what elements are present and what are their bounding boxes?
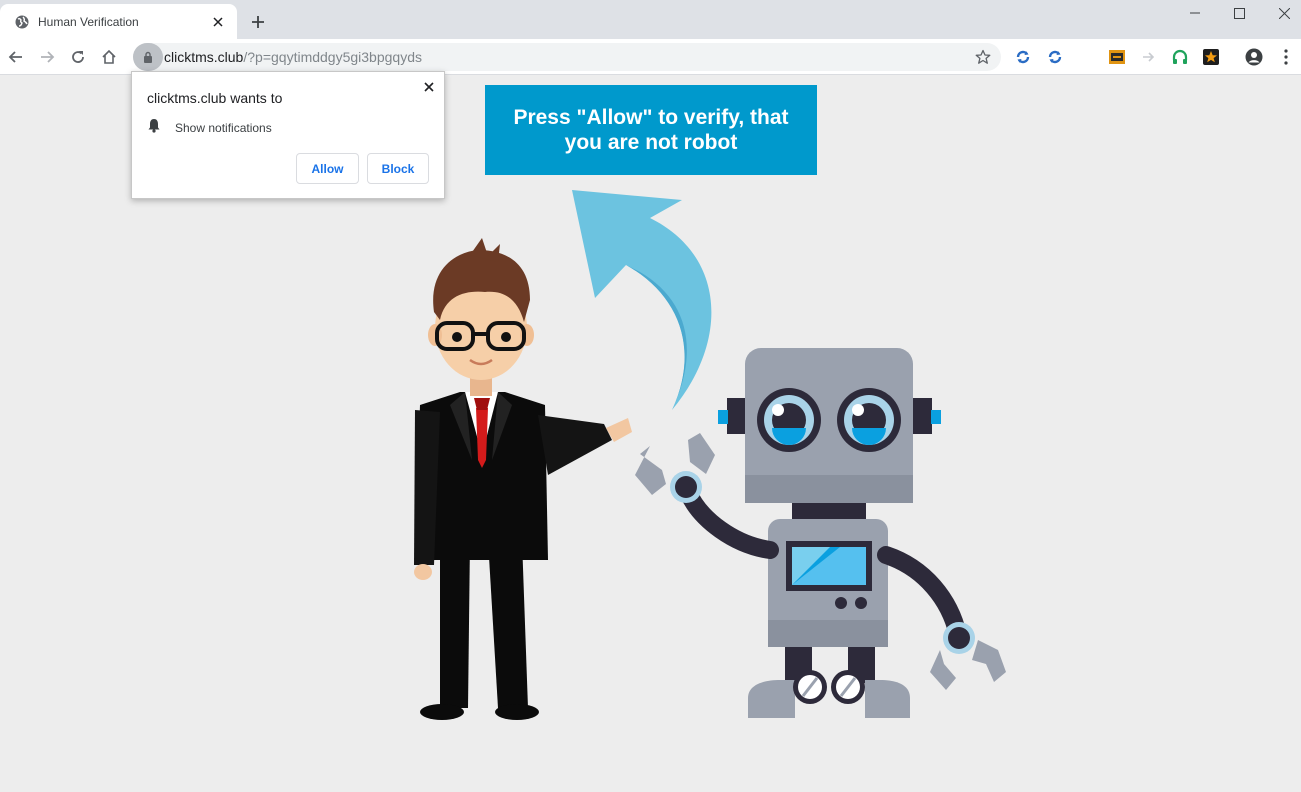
allow-button[interactable]: Allow (296, 153, 359, 184)
tab-title: Human Verification (38, 14, 139, 29)
lock-icon[interactable] (133, 43, 163, 71)
headphones-extension-icon[interactable] (1170, 47, 1190, 67)
globe-icon (14, 14, 30, 30)
back-icon[interactable] (3, 44, 29, 70)
forward-icon[interactable] (34, 44, 60, 70)
robot-figure (635, 348, 1006, 718)
bell-icon (147, 118, 161, 138)
account-icon[interactable] (1244, 47, 1264, 67)
bookmark-star-icon[interactable] (973, 47, 993, 67)
sync-extension-icon-2[interactable] (1045, 47, 1065, 67)
minimize-icon[interactable] (1172, 0, 1218, 26)
permission-label: Show notifications (175, 121, 272, 135)
menu-kebab-icon[interactable] (1276, 47, 1296, 67)
url-path: /?p=gqytimddgy5gi3bpgqyds (243, 49, 422, 65)
url-host: clicktms.club (164, 49, 244, 65)
url-text: clicktms.club/?p=gqytimddgy5gi3bpgqyds (164, 49, 422, 65)
address-bar[interactable]: clicktms.club/?p=gqytimddgy5gi3bpgqyds (133, 43, 1001, 71)
permission-row: Show notifications (147, 118, 272, 138)
popup-title: clicktms.club wants to (147, 90, 283, 106)
block-button[interactable]: Block (367, 153, 429, 184)
home-icon[interactable] (96, 44, 122, 70)
popup-close-icon[interactable] (420, 78, 438, 96)
businessman-figure (414, 238, 632, 720)
tab-strip: Human Verification (0, 0, 1301, 39)
tab-close-icon[interactable] (209, 13, 227, 31)
notification-permission-popup: clicktms.club wants to Show notification… (131, 71, 445, 199)
tab-human-verification[interactable]: Human Verification (0, 4, 237, 39)
star-extension-icon[interactable] (1201, 47, 1221, 67)
pdf-extension-icon[interactable] (1107, 47, 1127, 67)
extension-arrow-icon[interactable] (1139, 47, 1159, 67)
close-window-icon[interactable] (1261, 0, 1301, 26)
new-tab-icon[interactable] (246, 10, 270, 34)
maximize-icon[interactable] (1216, 0, 1262, 26)
reload-icon[interactable] (65, 44, 91, 70)
sync-extension-icon[interactable] (1013, 47, 1033, 67)
toolbar: clicktms.club/?p=gqytimddgy5gi3bpgqyds (0, 39, 1301, 75)
curved-arrow-icon (572, 190, 712, 410)
